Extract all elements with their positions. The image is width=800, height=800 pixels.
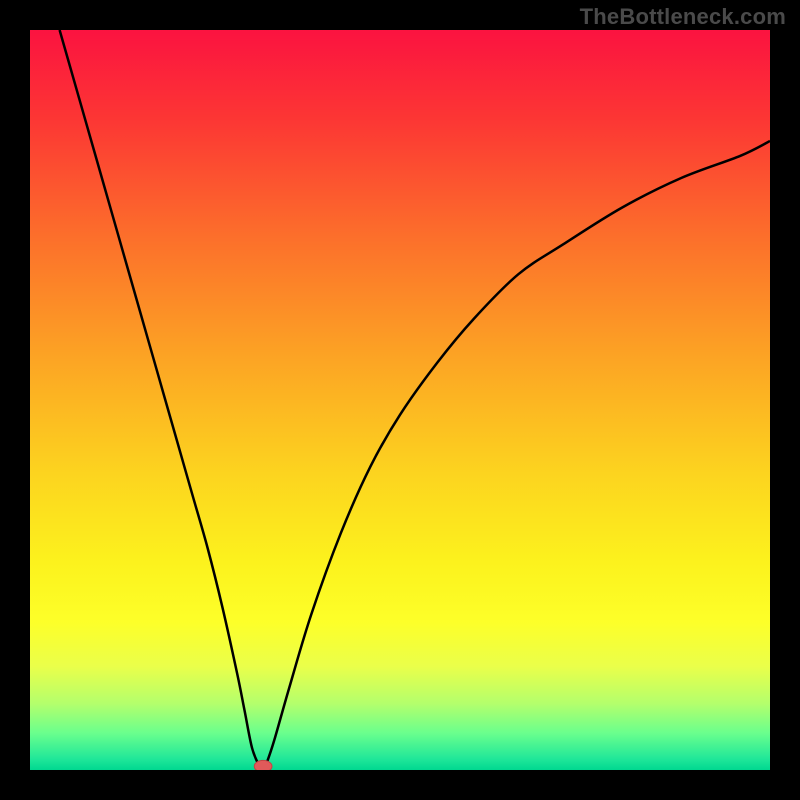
plot-area — [30, 30, 770, 770]
chart-frame: TheBottleneck.com — [0, 0, 800, 800]
gradient-rect — [30, 30, 770, 770]
minimum-marker — [254, 760, 272, 770]
watermark-text: TheBottleneck.com — [580, 4, 786, 30]
chart-svg — [30, 30, 770, 770]
